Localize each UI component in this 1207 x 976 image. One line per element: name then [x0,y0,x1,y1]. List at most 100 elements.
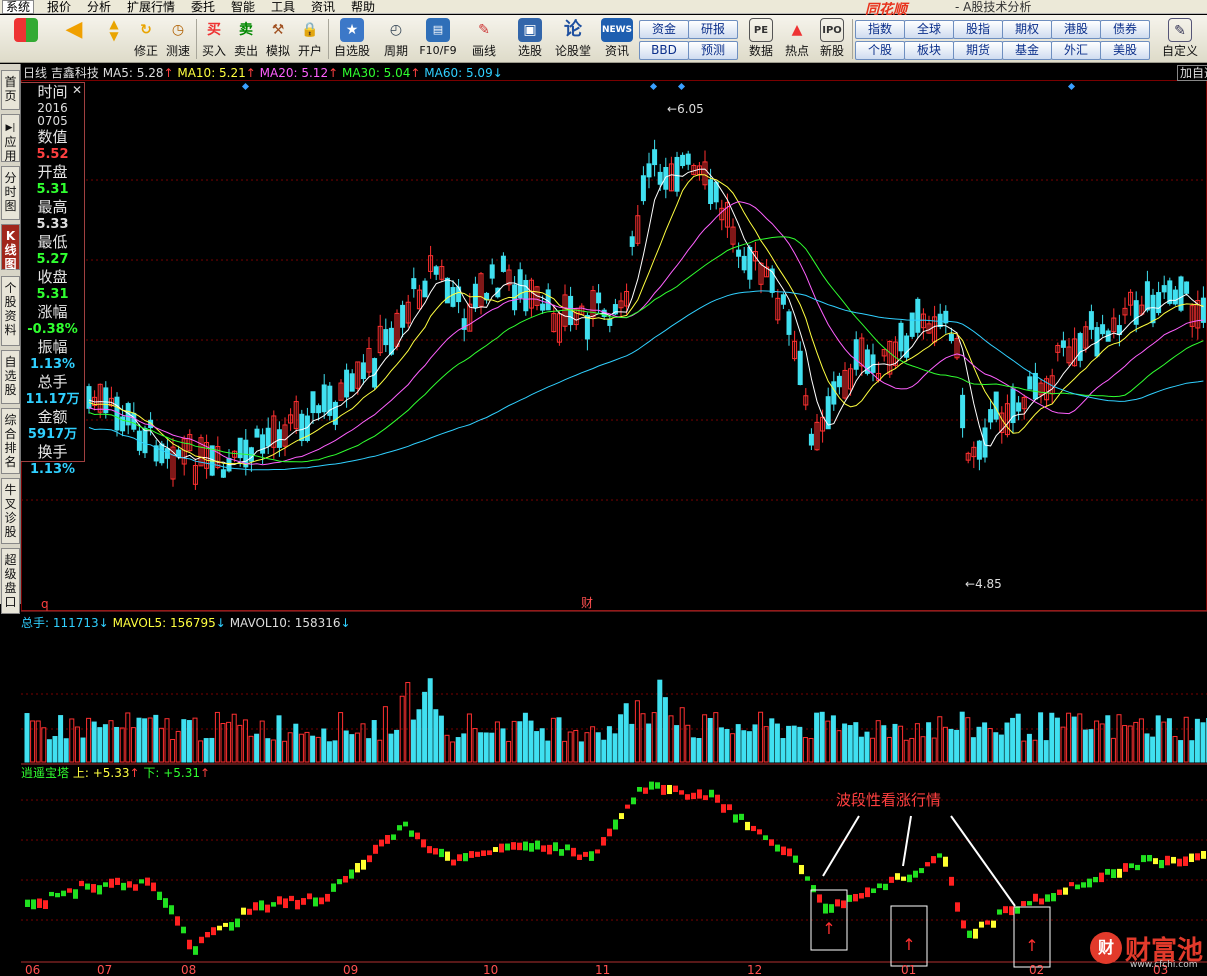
indicator-block [181,926,186,934]
x-axis-label: 07 [97,963,112,976]
fund-button[interactable]: 基金 [1002,41,1052,60]
forex-button[interactable]: 外汇 [1051,41,1101,60]
menu-system[interactable]: 系统 [2,0,35,14]
volume-bar [730,733,736,763]
tab-ranking[interactable]: 综合排名 [1,408,20,474]
windows-button[interactable] [10,17,42,61]
indicator-block [787,848,792,857]
menu-extended-quote[interactable]: 扩展行情 [124,0,178,14]
indicator-block [451,859,456,866]
menu-order[interactable]: 委托 [188,0,218,14]
volume-bar [595,732,601,763]
buy-button[interactable]: 买 买入 [198,17,230,61]
menu-bar: 系统 报价 分析 扩展行情 委托 智能 工具 资讯 帮助 同花顺 - A股技术分… [0,0,1207,18]
candle-body [741,255,747,271]
volume-bar [489,732,495,763]
ipo-button[interactable]: IPO 新股 [816,17,848,61]
forecast-button[interactable]: 预测 [688,41,738,60]
indicator-block [679,790,684,795]
fix-button[interactable]: ↻ 修正 [130,17,162,61]
indicator-block [25,899,30,907]
volume-bar [192,717,198,763]
index-button[interactable]: 指数 [855,20,905,39]
up-arrow-icon: ↑ [163,66,174,80]
tab-watchlist[interactable]: 自选股 [1,350,20,404]
customize-button[interactable]: ✎ 自定义 [1160,17,1200,61]
capital-button[interactable]: 资金 [639,20,689,39]
add-watchlist-button[interactable]: 加自选 [1177,65,1207,81]
tab-stock-profile[interactable]: 个股资料 [1,276,20,346]
toolbar: ◀ ▲ ▼ ↻ 修正 ◷ 测速 买 买入 卖 卖出 ⚒ 模拟 🔒 开户 ★ 自选股… [0,15,1207,63]
indicator-block [667,784,672,795]
volume-bar [46,739,52,763]
indicator-block [1189,853,1194,863]
us-stock-button[interactable]: 美股 [1100,41,1150,60]
speedtest-button[interactable]: ◷ 测速 [162,17,194,61]
tab-home[interactable]: 首页 [1,70,20,110]
indicator-block [1159,859,1164,869]
indicator-block [967,930,972,938]
volume-bar [382,706,388,763]
menu-quote[interactable]: 报价 [44,0,74,14]
global-button[interactable]: 全球 [904,20,954,39]
sell-button[interactable]: 卖 卖出 [230,17,262,61]
indicator-block [523,841,528,851]
indicator-block [445,851,450,861]
watchlist-button[interactable]: ★ 自选股 [334,17,370,61]
period-button[interactable]: ◴ 周期 [378,17,414,61]
menu-help[interactable]: 帮助 [348,0,378,14]
menu-tools[interactable]: 工具 [268,0,298,14]
volume-bar [170,738,176,763]
volume-bar [1122,725,1128,763]
volume-bar [550,717,556,763]
volume-bar [926,722,932,763]
bbd-button[interactable]: BBD [639,41,689,60]
simulate-button[interactable]: ⚒ 模拟 [262,17,294,61]
back-button[interactable]: ◀ [58,17,90,61]
hk-stock-button[interactable]: 港股 [1051,20,1101,39]
finance-mark[interactable]: 财 [581,596,593,610]
stock-screen-button[interactable]: ▣ 选股 [512,17,548,61]
up-down-arrow-icon: ▲ ▼ [109,17,119,43]
indicator-block [1177,858,1182,867]
indicator-down: 下: +5.31 [143,766,201,780]
open-account-button[interactable]: 🔒 开户 [294,17,326,61]
menu-info[interactable]: 资讯 [308,0,338,14]
kline-chart[interactable]: ↑↑ ↑06 07 08 09 10 11 12 01 02 03 [21,64,1207,976]
indicator-block [325,893,330,902]
tab-super-board[interactable]: 超级盘口 [1,548,20,614]
volume-bar [612,733,618,763]
news-button[interactable]: NEWS 资讯 [599,17,635,61]
stock-index-button[interactable]: 股指 [953,20,1003,39]
futures-button[interactable]: 期货 [953,41,1003,60]
individual-stock-button[interactable]: 个股 [855,41,905,60]
tab-diagnosis[interactable]: 牛叉诊股 [1,478,20,544]
indicator-block [505,843,510,851]
indicator-block [157,891,162,901]
hot-button[interactable]: ▲ 热点 [781,17,813,61]
bond-button[interactable]: 债券 [1100,20,1150,39]
chart-area[interactable]: ↑ ↑ ↑ 06 07 08 09 10 11 12 01 02 03 日线 吉鑫科技 MA5: 5.2… [21,64,1207,976]
page-updown-button[interactable]: ▲ ▼ [98,17,130,61]
sector-button[interactable]: 板块 [904,41,954,60]
tab-apps[interactable]: ▶| 应用 [1,114,20,163]
options-button[interactable]: 期权 [1002,20,1052,39]
indicator-block [607,828,612,837]
indicator-block [649,781,654,790]
research-button[interactable]: 研报 [688,20,738,39]
volume-bar [427,678,433,763]
volume-bar [584,732,590,763]
close-icon[interactable]: ✕ [72,83,82,97]
indicator-block [1063,887,1068,895]
menu-analysis[interactable]: 分析 [84,0,114,14]
data-button[interactable]: PE 数据 [745,17,777,61]
forum-button[interactable]: 论 论股堂 [555,17,591,61]
menu-smart[interactable]: 智能 [228,0,258,14]
tab-intraday[interactable]: 分时图 [1,166,20,220]
tab-kline[interactable]: K线图 [1,224,20,271]
indicator-block [961,920,966,929]
indicator-block [193,946,198,955]
draw-line-button[interactable]: ✎ 画线 [466,17,502,61]
f10-button[interactable]: ▤ F10/F9 [418,17,458,61]
candle-body [1200,297,1206,323]
